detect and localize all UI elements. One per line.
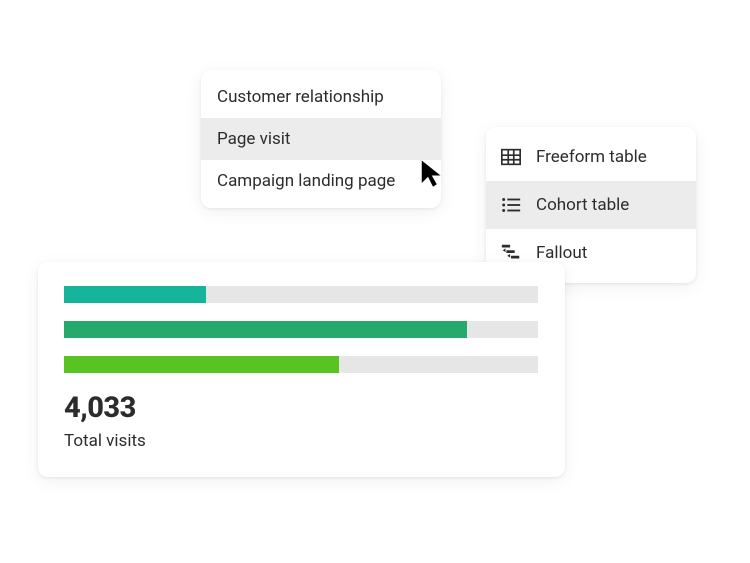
visualization-menu: Freeform table Cohort table Fallo	[486, 127, 696, 283]
table-icon	[500, 146, 522, 168]
visualization-menu-item-label: Freeform table	[536, 147, 647, 167]
chart-bar	[64, 321, 538, 338]
visualization-menu-item[interactable]: Cohort table	[486, 181, 696, 229]
chart-bar-fill	[64, 286, 206, 303]
segment-menu: Customer relationship Page visit Campaig…	[201, 70, 441, 208]
visualization-menu-item-label: Fallout	[536, 243, 587, 263]
visualization-menu-item-label: Cohort table	[536, 195, 629, 215]
chart-bar	[64, 356, 538, 373]
segment-menu-item[interactable]: Campaign landing page	[201, 160, 441, 202]
fallout-icon	[500, 242, 522, 264]
chart-bar-fill	[64, 321, 467, 338]
segment-menu-item-label: Page visit	[217, 129, 291, 149]
chart-bar	[64, 286, 538, 303]
metric-label: Total visits	[64, 431, 539, 451]
total-visits-card: 4,033 Total visits	[38, 262, 565, 477]
segment-menu-item-label: Campaign landing page	[217, 171, 395, 191]
list-icon	[500, 194, 522, 216]
metric-value: 4,033	[64, 391, 539, 425]
segment-menu-item-label: Customer relationship	[217, 87, 384, 107]
chart-bar-fill	[64, 356, 339, 373]
segment-menu-item[interactable]: Page visit	[201, 118, 441, 160]
visualization-menu-item[interactable]: Freeform table	[486, 133, 696, 181]
segment-menu-item[interactable]: Customer relationship	[201, 76, 441, 118]
